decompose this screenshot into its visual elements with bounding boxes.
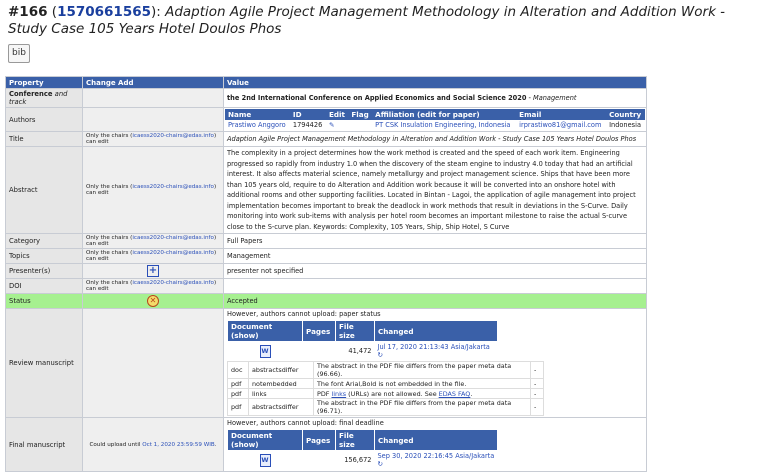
table-row-title: Title Only the chairs (icaess2020-chairs… bbox=[5, 131, 647, 147]
pdf-icon[interactable]: W bbox=[259, 453, 271, 467]
final-changed-link: Sep 30, 2020 22:16:45 Asia/Jakarta bbox=[377, 452, 495, 460]
chairs-email-link[interactable]: icaess2020-chairs@edas.info bbox=[132, 280, 214, 286]
table-row-review: Review manuscript However, authors canno… bbox=[5, 308, 647, 418]
table-row-topics: Topics Only the chairs (icaess2020-chair… bbox=[5, 248, 647, 264]
conference-label: Conference and track bbox=[5, 88, 83, 108]
presenter-value: presenter not specified bbox=[223, 263, 647, 279]
topics-label: Topics bbox=[5, 248, 83, 264]
pdf-links-link[interactable]: links bbox=[331, 390, 346, 398]
edas-faq-link[interactable]: EDAS FAQ bbox=[439, 390, 471, 398]
col-change-add: Change Add bbox=[82, 76, 224, 89]
final-file-size: 156,672 bbox=[344, 456, 372, 464]
review-doc-table: Document (show) Pages File size Changed … bbox=[227, 320, 498, 360]
abstract-value: The complexity in a project determines h… bbox=[223, 146, 647, 234]
table-row-abstract: Abstract Only the chairs (icaess2020-cha… bbox=[5, 146, 647, 234]
review-changed-link: Jul 17, 2020 21:13:43 Asia/Jakarta bbox=[377, 343, 490, 351]
pdf-icon[interactable]: W bbox=[259, 344, 271, 358]
abstract-label: Abstract bbox=[5, 146, 83, 234]
table-header-row: Property Change Add Value bbox=[5, 76, 647, 89]
doi-value bbox=[223, 278, 647, 294]
issue-row: doc abstractsdiffer The abstract in the … bbox=[227, 361, 544, 379]
review-note: However, authors cannot upload: paper st… bbox=[227, 310, 381, 318]
status-value: Accepted bbox=[223, 293, 647, 309]
chairs-email-link[interactable]: icaess2020-chairs@edas.info bbox=[132, 133, 214, 139]
chairs-email-link[interactable]: icaess2020-chairs@edas.info bbox=[132, 250, 214, 256]
author-row: Prastiwo Anggoro 1794426 ✎ PT CSK Insula… bbox=[225, 120, 645, 130]
paper-properties-table: Property Change Add Value Conference and… bbox=[5, 76, 647, 472]
table-row-doi: DOI Only the chairs (icaess2020-chairs@e… bbox=[5, 278, 647, 294]
paper-id-link[interactable]: 1570661565 bbox=[57, 4, 151, 20]
issue-row: pdf notembedded The font Arial,Bold is n… bbox=[227, 378, 544, 389]
history-icon: ↻ bbox=[377, 351, 384, 359]
final-label: Final manuscript bbox=[5, 417, 83, 472]
presenter-label: Presenter(s) bbox=[5, 263, 83, 279]
bib-label: bib bbox=[12, 48, 26, 58]
author-name-link[interactable]: Prastiwo Anggoro bbox=[225, 120, 290, 130]
chairs-email-link[interactable]: icaess2020-chairs@edas.info bbox=[132, 184, 214, 190]
doi-label: DOI bbox=[5, 278, 83, 294]
author-country: Indonesia bbox=[609, 121, 641, 129]
table-row-authors: Authors Name ID Edit Flag Affiliation (e… bbox=[5, 107, 647, 132]
review-file-size: 41,472 bbox=[348, 347, 372, 355]
title-label: Title bbox=[5, 131, 83, 147]
table-row-category: Category Only the chairs (icaess2020-cha… bbox=[5, 233, 647, 249]
final-doc-row: W 156,672 Sep 30, 2020 22:16:45 Asia/Jak… bbox=[228, 451, 498, 470]
table-row-status: Status ✕ Accepted bbox=[5, 293, 647, 309]
title-value: Adaption Agile Project Management Method… bbox=[223, 131, 647, 147]
authors-table: Name ID Edit Flag Affiliation (edit for … bbox=[225, 109, 645, 130]
table-row-final: Final manuscript Could upload until Oct … bbox=[5, 417, 647, 472]
issue-row: pdf links PDF links (URLs) are not allow… bbox=[227, 388, 544, 399]
bib-icon[interactable]: bib bbox=[8, 44, 30, 63]
category-value: Full Papers bbox=[223, 233, 647, 249]
review-label: Review manuscript bbox=[5, 308, 83, 418]
author-email-link[interactable]: irprastiwo81@gmail.com bbox=[516, 120, 606, 130]
status-label: Status bbox=[5, 293, 83, 309]
status-x-icon[interactable]: ✕ bbox=[147, 295, 159, 307]
history-icon: ↻ bbox=[377, 460, 384, 468]
table-row-conference: Conference and track the 2nd Internation… bbox=[5, 88, 647, 108]
author-affiliation-link[interactable]: PT CSK Insulation Engineering, Indonesia bbox=[372, 120, 516, 130]
edit-icon[interactable]: ✎ bbox=[326, 120, 348, 130]
col-value: Value bbox=[223, 76, 647, 89]
page-header: #166 (1570661565): Adaption Agile Projec… bbox=[8, 4, 726, 37]
chairs-email-link[interactable]: icaess2020-chairs@edas.info bbox=[132, 235, 214, 241]
final-note: However, authors cannot upload: final de… bbox=[227, 419, 384, 427]
author-id: 1794426 bbox=[292, 121, 323, 129]
col-property: Property bbox=[5, 76, 83, 89]
paper-number: #166 bbox=[8, 4, 48, 20]
issue-row: pdf abstractsdiffer The abstract in the … bbox=[227, 398, 544, 416]
topics-value: Management bbox=[223, 248, 647, 264]
plus-icon[interactable]: + bbox=[147, 265, 159, 277]
deadline-link[interactable]: Oct 1, 2020 23:59:59 WIB bbox=[142, 442, 215, 448]
conference-value: the 2nd International Conference on Appl… bbox=[223, 88, 647, 108]
final-doc-table: Document (show) Pages File size Changed … bbox=[227, 429, 498, 469]
review-doc-row: W 41,472 Jul 17, 2020 21:13:43 Asia/Jaka… bbox=[228, 342, 498, 361]
category-label: Category bbox=[5, 233, 83, 249]
table-row-presenter: Presenter(s) + presenter not specified bbox=[5, 263, 647, 279]
authors-label: Authors bbox=[5, 107, 83, 132]
review-issues-table: doc abstractsdiffer The abstract in the … bbox=[227, 361, 544, 416]
